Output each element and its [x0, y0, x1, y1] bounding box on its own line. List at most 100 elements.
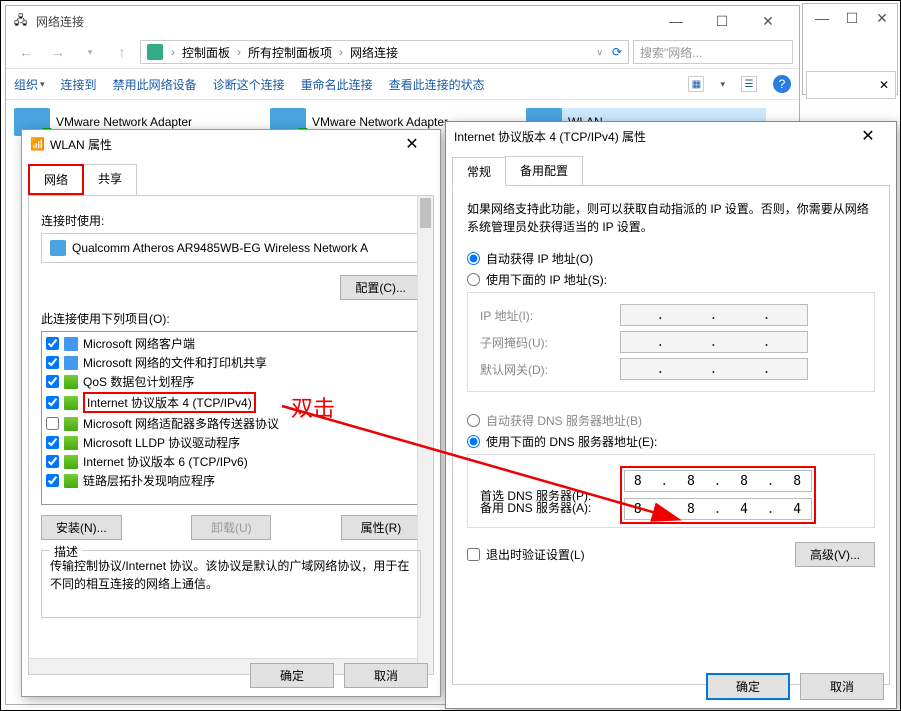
adapter-name: VMware Network Adapter — [312, 115, 448, 129]
protocol-checkbox[interactable] — [46, 417, 59, 430]
adapter-hw-name: Qualcomm Atheros AR9485WB-EG Wireless Ne… — [72, 241, 368, 255]
nav-up-icon[interactable]: ↑ — [108, 40, 136, 64]
protocol-icon — [64, 455, 78, 469]
tab-general[interactable]: 常规 — [452, 157, 506, 186]
app-icon: 🖧 — [14, 13, 30, 29]
bg-tab[interactable]: ✕ — [806, 71, 896, 99]
breadcrumb[interactable]: › 控制面板 › 所有控制面板项 › 网络连接 v ⟳ — [140, 40, 629, 64]
adapter-field: Qualcomm Atheros AR9485WB-EG Wireless Ne… — [41, 233, 421, 263]
wifi-icon: 📶 — [30, 137, 44, 151]
nav-dropdown-icon[interactable]: ▾ — [76, 40, 104, 64]
protocol-item[interactable]: Internet 协议版本 6 (TCP/IPv6) — [44, 452, 418, 471]
ip-label: IP 地址(I): — [480, 307, 610, 324]
protocol-item[interactable]: Microsoft 网络的文件和打印机共享 — [44, 353, 418, 372]
radio-auto-dns-label: 自动获得 DNS 服务器地址(B) — [486, 412, 642, 429]
bg-close-button[interactable]: ✕ — [867, 4, 897, 32]
protocol-item[interactable]: Microsoft 网络客户端 — [44, 334, 418, 353]
protocol-checkbox[interactable] — [46, 436, 59, 449]
protocol-item[interactable]: Internet 协议版本 4 (TCP/IPv4) — [44, 391, 418, 414]
crumb-2[interactable]: 网络连接 — [347, 44, 401, 61]
tab-pane-network: 连接时使用: Qualcomm Atheros AR9485WB-EG Wire… — [28, 195, 434, 675]
close-icon[interactable]: ✕ — [879, 78, 889, 92]
dialog-close-button[interactable]: ✕ — [392, 134, 432, 154]
tb-diagnose[interactable]: 诊断这个连接 — [213, 76, 285, 93]
radio-auto-ip[interactable] — [467, 252, 480, 265]
tab-share[interactable]: 共享 — [83, 164, 137, 195]
dns1-input[interactable]: 8.8.8.8 — [624, 470, 812, 492]
info-text: 如果网络支持此功能，则可以获取自动指派的 IP 设置。否则，你需要从网络系统管理… — [467, 200, 875, 236]
protocol-checkbox[interactable] — [46, 455, 59, 468]
dns2-label: 备用 DNS 服务器(A): — [480, 499, 610, 516]
crumb-0[interactable]: 控制面板 — [179, 44, 233, 61]
protocol-checkbox[interactable] — [46, 356, 59, 369]
nav-forward-icon[interactable]: → — [44, 40, 72, 64]
tab-alternate[interactable]: 备用配置 — [505, 156, 583, 185]
maximize-button[interactable]: ☐ — [699, 6, 745, 36]
protocol-list[interactable]: Microsoft 网络客户端Microsoft 网络的文件和打印机共享QoS … — [41, 331, 421, 505]
radio-manual-ip-label: 使用下面的 IP 地址(S): — [486, 271, 607, 288]
protocol-icon — [64, 396, 78, 410]
window-title: 网络连接 — [36, 13, 653, 30]
protocol-checkbox[interactable] — [46, 337, 59, 350]
description-legend: 描述 — [50, 543, 82, 560]
tb-organize[interactable]: 组织▾ — [14, 76, 45, 93]
protocol-icon — [64, 337, 78, 351]
protocol-icon — [64, 356, 78, 370]
bg-maximize-button[interactable]: ☐ — [837, 4, 867, 32]
radio-auto-dns[interactable] — [467, 414, 480, 427]
nav-back-icon[interactable]: ← — [12, 40, 40, 64]
protocol-label: 链路层拓扑发现响应程序 — [83, 472, 215, 489]
dialog-title: Internet 协议版本 4 (TCP/IPv4) 属性 — [454, 128, 848, 145]
protocol-checkbox[interactable] — [46, 375, 59, 388]
view-dropdown-icon[interactable]: ▾ — [720, 79, 725, 90]
cancel-button[interactable]: 取消 — [800, 673, 884, 700]
tb-status[interactable]: 查看此连接的状态 — [389, 76, 485, 93]
tab-pane-general: 如果网络支持此功能，则可以获取自动指派的 IP 设置。否则，你需要从网络系统管理… — [452, 185, 890, 685]
help-icon[interactable]: ? — [773, 75, 791, 93]
validate-checkbox[interactable] — [467, 548, 480, 561]
view-icon[interactable]: ▦ — [688, 76, 704, 92]
protocol-item[interactable]: QoS 数据包计划程序 — [44, 372, 418, 391]
minimize-button[interactable]: — — [653, 6, 699, 36]
mask-input: . . . — [620, 331, 808, 353]
install-button[interactable]: 安装(N)... — [41, 515, 122, 540]
advanced-button[interactable]: 高级(V)... — [795, 542, 875, 567]
tb-disable[interactable]: 禁用此网络设备 — [113, 76, 197, 93]
cancel-button[interactable]: 取消 — [344, 663, 428, 688]
protocol-checkbox[interactable] — [46, 396, 59, 409]
tb-connect[interactable]: 连接到 — [61, 76, 97, 93]
tab-network[interactable]: 网络 — [28, 164, 84, 195]
description-text: 传输控制协议/Internet 协议。该协议是默认的广域网络协议，用于在不同的相… — [50, 557, 412, 593]
dialog-close-button[interactable]: ✕ — [848, 126, 888, 146]
protocol-item[interactable]: Microsoft LLDP 协议驱动程序 — [44, 433, 418, 452]
details-icon[interactable]: ☰ — [741, 76, 757, 92]
properties-button[interactable]: 属性(R) — [341, 515, 421, 540]
adapter-name: VMware Network Adapter — [56, 115, 192, 129]
chevron-right-icon: › — [171, 45, 175, 59]
protocol-item[interactable]: Microsoft 网络适配器多路传送器协议 — [44, 414, 418, 433]
protocol-icon — [64, 474, 78, 488]
search-input[interactable]: 搜索"网络... — [633, 40, 793, 64]
radio-manual-dns[interactable] — [467, 435, 480, 448]
radio-manual-ip[interactable] — [467, 273, 480, 286]
scrollbar[interactable] — [417, 331, 421, 505]
protocol-label: Microsoft 网络适配器多路传送器协议 — [83, 415, 279, 432]
configure-button[interactable]: 配置(C)... — [340, 275, 421, 300]
protocol-checkbox[interactable] — [46, 474, 59, 487]
chevron-down-icon[interactable]: v — [597, 47, 602, 57]
protocol-item[interactable]: 链路层拓扑发现响应程序 — [44, 471, 418, 490]
bg-minimize-button[interactable]: — — [807, 4, 837, 32]
dns2-input[interactable]: 8.8.4.4 — [624, 498, 812, 520]
chevron-right-icon: › — [237, 45, 241, 59]
ok-button[interactable]: 确定 — [706, 673, 790, 700]
ok-button[interactable]: 确定 — [250, 663, 334, 688]
items-label: 此连接使用下列项目(O): — [41, 310, 421, 327]
close-button[interactable]: ✕ — [745, 6, 791, 36]
wlan-properties-dialog: 📶 WLAN 属性 ✕ 网络 共享 连接时使用: Qualcomm Athero… — [21, 129, 441, 697]
protocol-icon — [64, 375, 78, 389]
refresh-icon[interactable]: ⟳ — [612, 45, 622, 59]
radio-auto-ip-label: 自动获得 IP 地址(O) — [486, 250, 593, 267]
crumb-1[interactable]: 所有控制面板项 — [245, 44, 335, 61]
connect-using-label: 连接时使用: — [41, 212, 421, 229]
tb-rename[interactable]: 重命名此连接 — [301, 76, 373, 93]
